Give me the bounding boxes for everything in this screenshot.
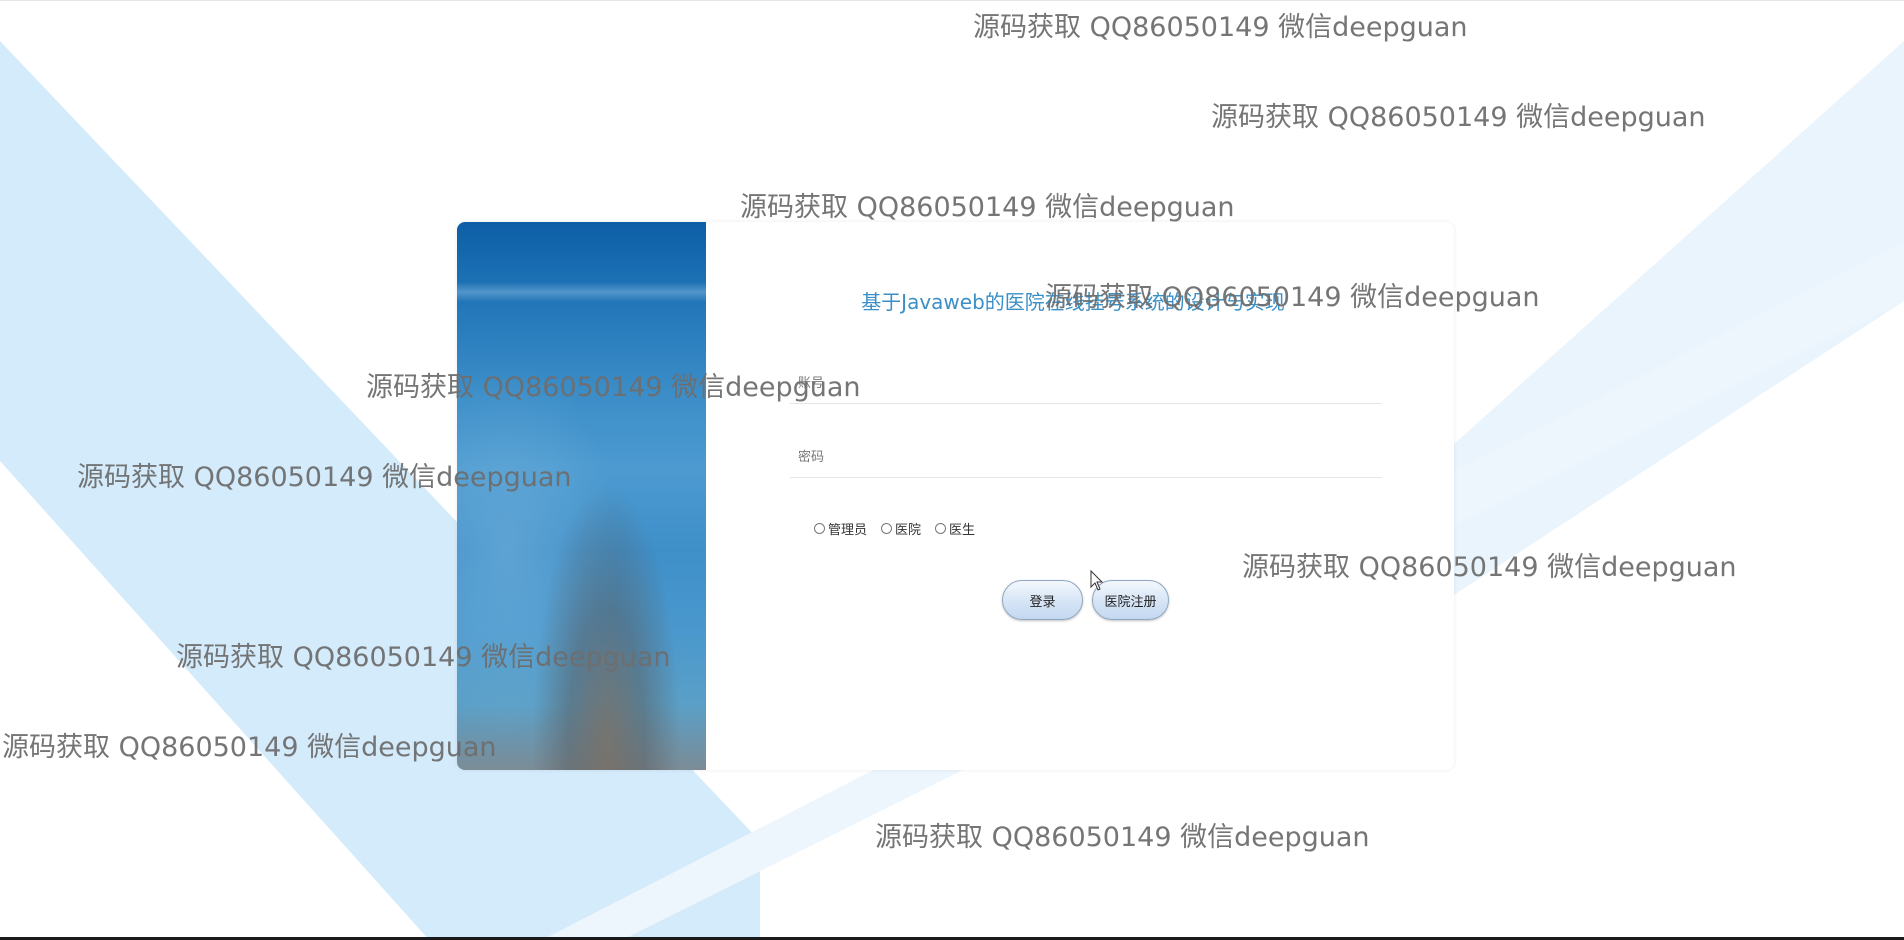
login-button[interactable]: 登录 — [1002, 580, 1083, 620]
page-title: 基于Javaweb的医院在线挂号系统的设计与实现 — [861, 290, 1285, 314]
role-label-admin: 管理员 — [828, 523, 868, 538]
radio-icon[interactable] — [814, 523, 825, 534]
login-form: 基于Javaweb的医院在线挂号系统的设计与实现 管理员 医院 医生 登录 — [706, 222, 1454, 770]
role-option-admin[interactable]: 管理员 — [814, 519, 867, 538]
action-buttons: 登录 医院注册 — [1002, 580, 1169, 620]
mouse-pointer-icon — [1090, 570, 1104, 591]
role-option-doctor[interactable]: 医生 — [935, 519, 975, 538]
radio-icon[interactable] — [935, 523, 947, 534]
role-label-hospital: 医院 — [895, 523, 922, 538]
role-option-hospital[interactable]: 医院 — [881, 519, 921, 538]
login-card: 基于Javaweb的医院在线挂号系统的设计与实现 管理员 医院 医生 登录 — [457, 222, 1454, 770]
sea-photo — [457, 222, 706, 770]
password-input[interactable] — [790, 438, 1382, 478]
login-page: 基于Javaweb的医院在线挂号系统的设计与实现 管理员 医院 医生 登录 — [0, 0, 1904, 940]
account-input[interactable] — [790, 364, 1382, 404]
role-selector: 管理员 医院 医生 — [814, 519, 975, 538]
role-label-doctor: 医生 — [949, 523, 976, 538]
radio-icon[interactable] — [881, 523, 893, 534]
